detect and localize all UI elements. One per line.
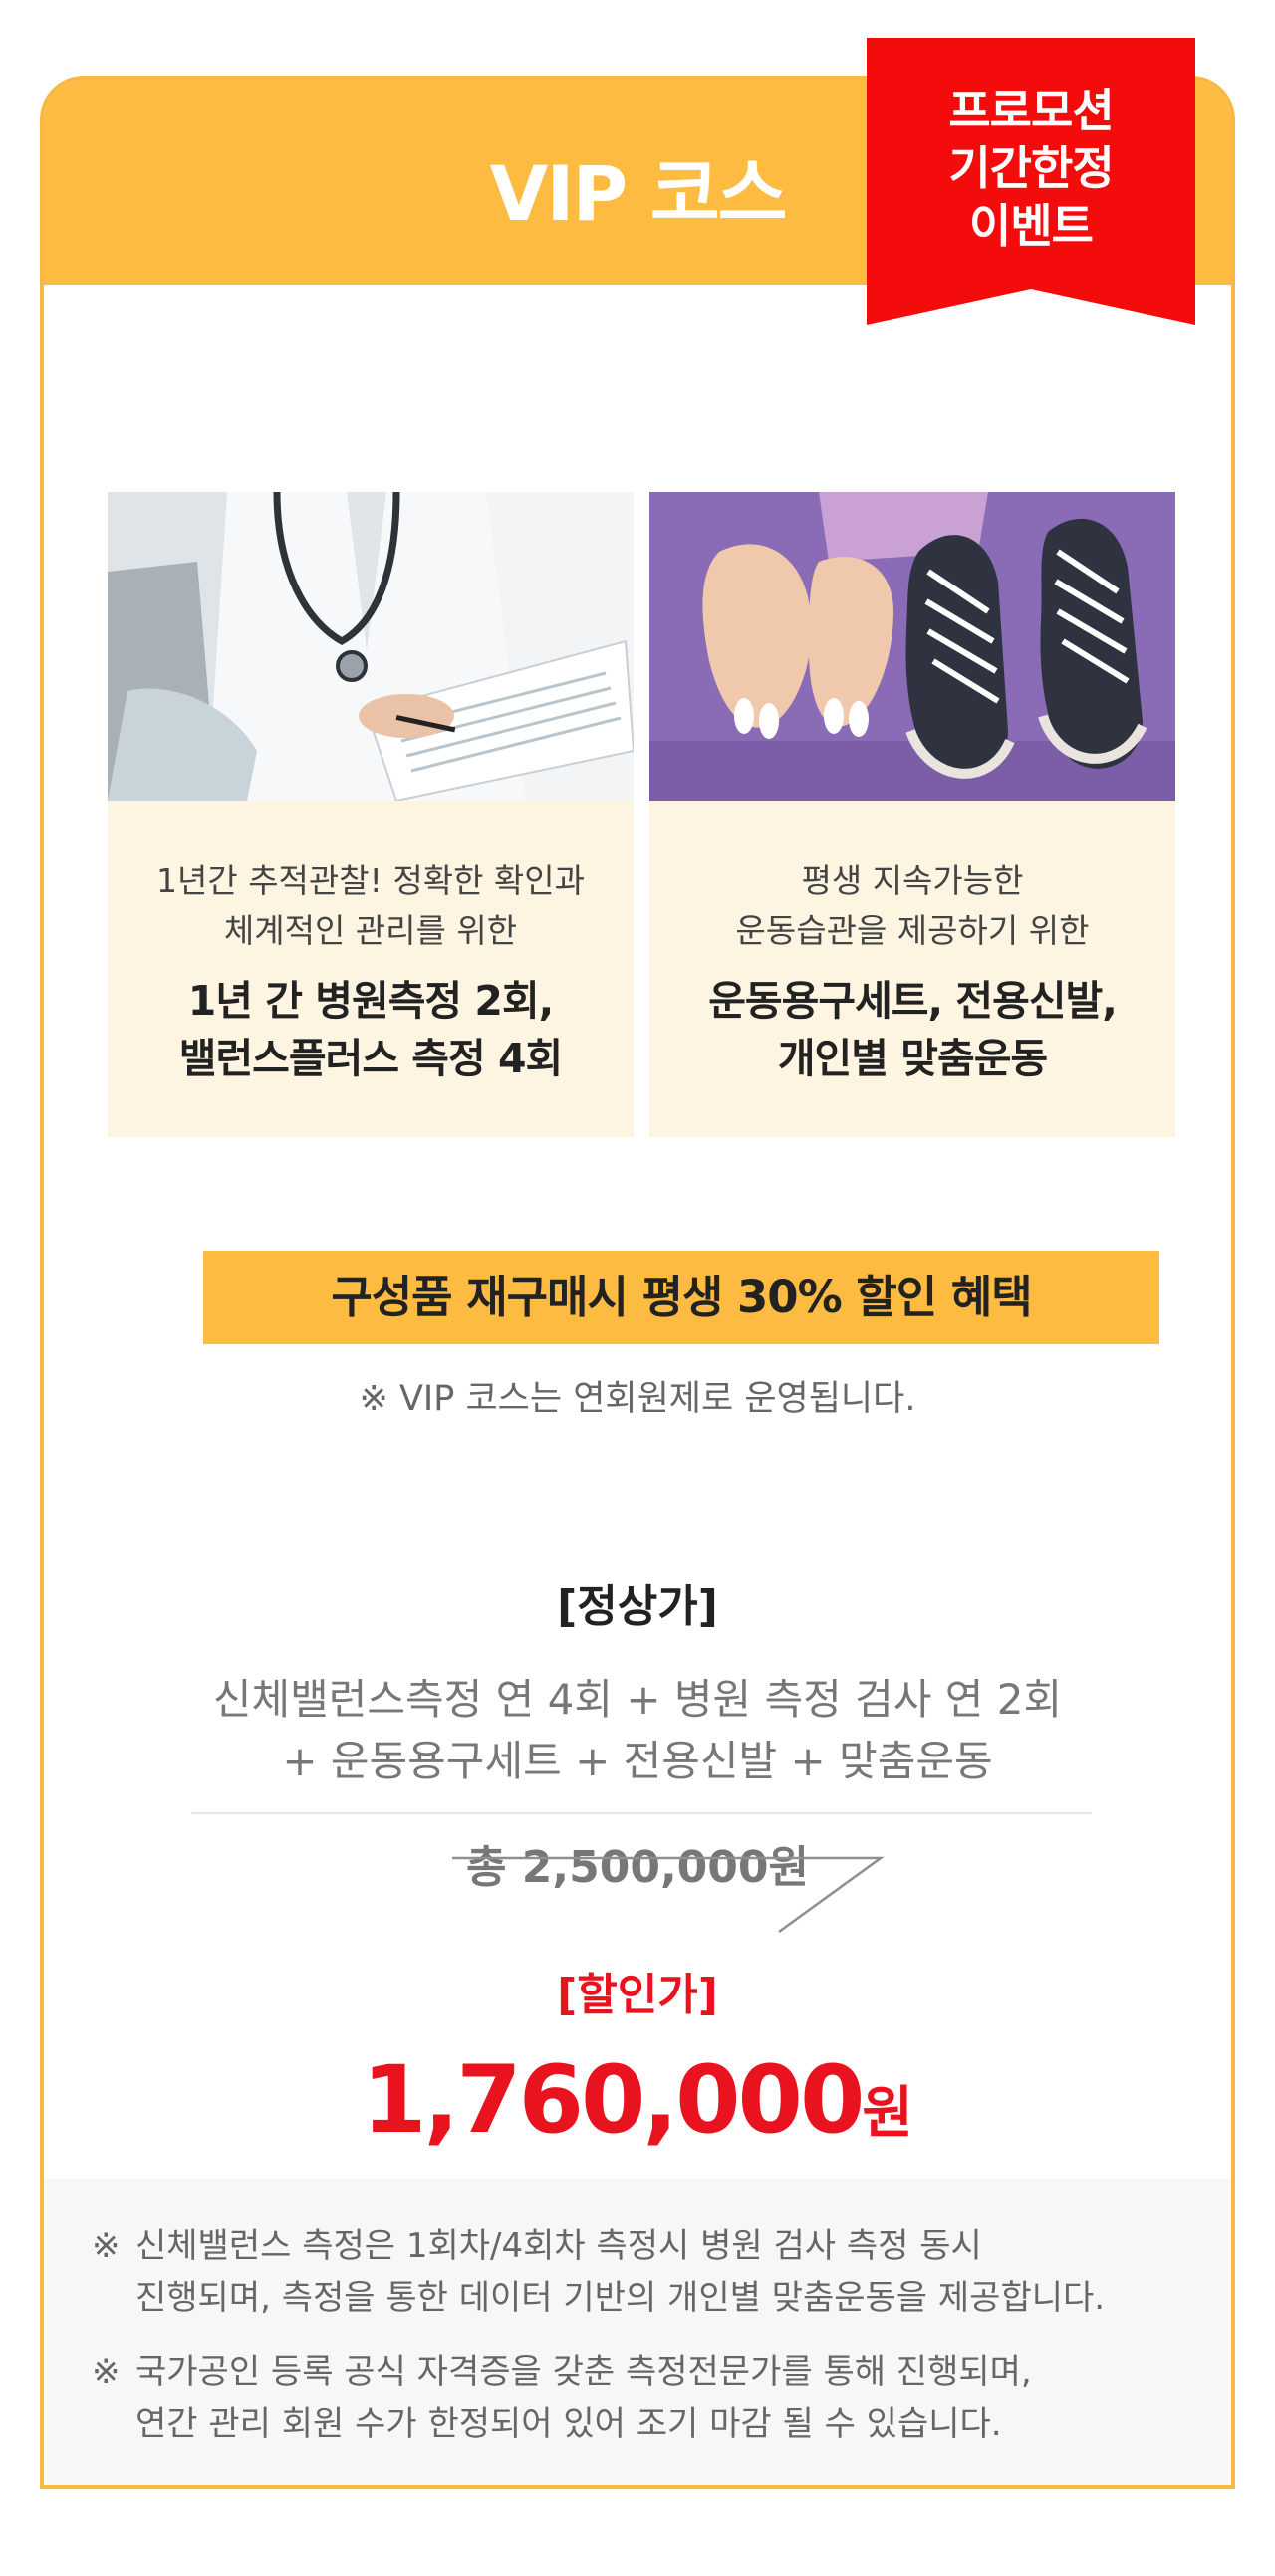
regular-price-label: [정상가]	[557, 1581, 718, 1632]
feature-subtext-line: 체계적인 관리를 위한	[223, 911, 518, 950]
regular-total-text: 총 2,500,000원	[465, 1842, 809, 1893]
price-divider	[191, 1812, 1092, 1814]
feature-heading-line: 1년 간 병원측정 2회,	[187, 977, 555, 1025]
promotion-ribbon: 프로모션 기간한정 이벤트	[867, 38, 1195, 325]
note-line: 신체밸런스 측정은 1회차/4회차 측정시 병원 검사 측정 동시	[135, 2226, 982, 2266]
feature-heading: 1년 간 병원측정 2회, 밸런스플러스 측정 4회	[108, 972, 634, 1087]
sale-price-label: [할인가]	[557, 1970, 718, 2020]
sale-price-amount: 1,760,000	[362, 2046, 865, 2155]
vip-course-card: VIP 코스 1년간 추적관찰! 정확한 확인과 체계적인 관리를 위한 1년 …	[40, 76, 1235, 2489]
note-mark: ※	[92, 2352, 121, 2392]
note-item: ※ 신체밸런스 측정은 1회차/4회차 측정시 병원 검사 측정 동시 진행되며…	[92, 2221, 1187, 2324]
ribbon-line: 프로모션	[948, 84, 1114, 137]
feature-heading-line: 운동용구세트, 전용신발,	[708, 977, 1118, 1025]
feature-subtext-line: 평생 지속가능한	[801, 861, 1024, 900]
sale-price-unit: 원	[862, 2081, 913, 2146]
notes-box: ※ 신체밸런스 측정은 1회차/4회차 측정시 병원 검사 측정 동시 진행되며…	[44, 2179, 1231, 2485]
membership-note: ※ VIP 코스는 연회원제로 운영됩니다.	[359, 1379, 916, 1419]
shoes-photo	[649, 492, 1175, 801]
feature-subtext: 평생 지속가능한 운동습관을 제공하기 위한	[649, 856, 1175, 956]
feature-card-hospital: 1년간 추적관찰! 정확한 확인과 체계적인 관리를 위한 1년 간 병원측정 …	[108, 492, 634, 1137]
sale-price: 1,760,000원	[44, 2041, 1231, 2187]
feature-heading-line: 개인별 맞춤운동	[777, 1035, 1048, 1082]
doctor-photo	[108, 492, 634, 801]
note-line: 국가공인 등록 공식 자격증을 갖춘 측정전문가를 통해 진행되며,	[135, 2352, 1032, 2392]
note-line: 연간 관리 회원 수가 한정되어 있어 조기 마감 될 수 있습니다.	[135, 2404, 1002, 2444]
ribbon-line: 기간한정	[948, 141, 1114, 195]
regular-desc-line: 신체밸런스측정 연 4회 + 병원 측정 검사 연 2회	[212, 1675, 1063, 1724]
feature-subtext: 1년간 추적관찰! 정확한 확인과 체계적인 관리를 위한	[108, 856, 634, 956]
regular-price-description: 신체밸런스측정 연 4회 + 병원 측정 검사 연 2회 + 운동용구세트 + …	[44, 1669, 1231, 1792]
feature-subtext-line: 1년간 추적관찰! 정확한 확인과	[155, 861, 585, 900]
feature-heading-line: 밸런스플러스 측정 4회	[178, 1035, 564, 1082]
note-item: ※ 국가공인 등록 공식 자격증을 갖춘 측정전문가를 통해 진행되며, 연간 …	[92, 2346, 1187, 2450]
feature-subtext-line: 운동습관을 제공하기 위한	[735, 911, 1090, 950]
regular-total: 총 2,500,000원	[44, 1838, 1231, 1898]
note-line: 진행되며, 측정을 통한 데이터 기반의 개인별 맞춤운동을 제공합니다.	[135, 2278, 1106, 2318]
feature-card-exercise: 평생 지속가능한 운동습관을 제공하기 위한 운동용구세트, 전용신발, 개인별…	[649, 492, 1175, 1137]
ribbon-line: 이벤트	[969, 199, 1094, 253]
discount-banner: 구성품 재구매시 평생 30% 할인 혜택	[203, 1251, 1159, 1344]
regular-desc-line: + 운동용구세트 + 전용신발 + 맞춤운동	[282, 1737, 993, 1785]
feature-heading: 운동용구세트, 전용신발, 개인별 맞춤운동	[649, 972, 1175, 1087]
ribbon-text: 프로모션 기간한정 이벤트	[867, 82, 1195, 255]
note-mark: ※	[92, 2226, 121, 2266]
